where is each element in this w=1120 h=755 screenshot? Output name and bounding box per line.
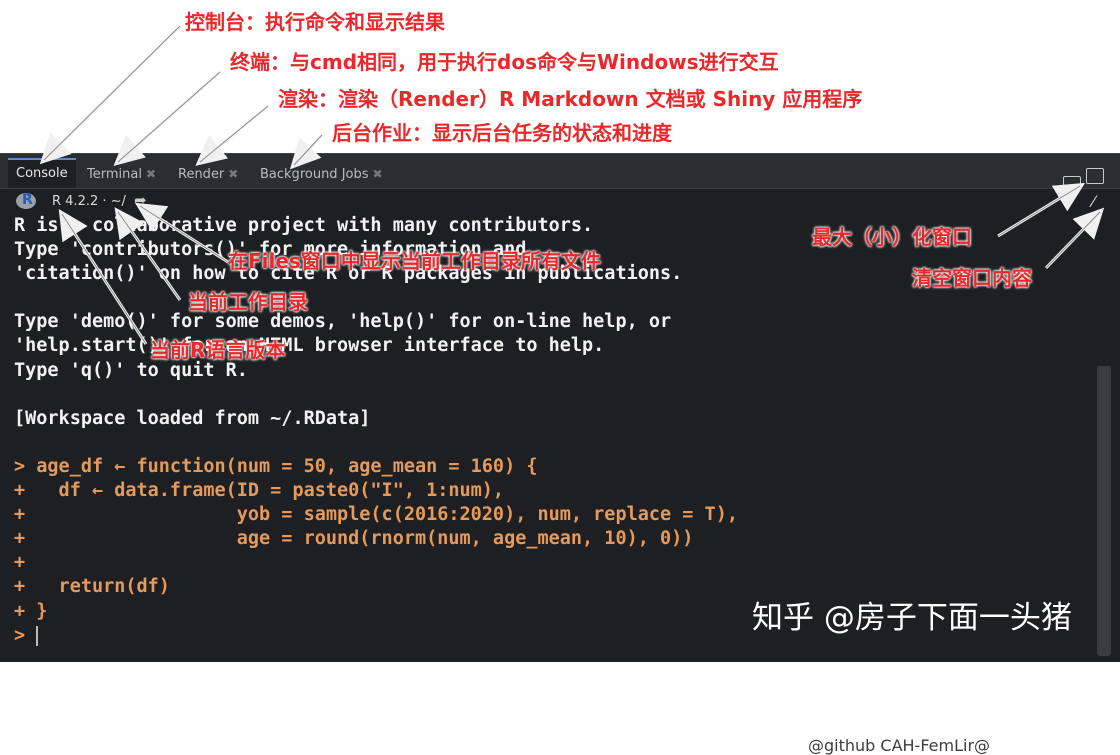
console-toolbar: R R 4.2.2 · ~/ ➦ ⁄ xyxy=(0,190,1120,214)
tab-terminal[interactable]: Terminal ✖ xyxy=(87,160,156,188)
console-input-line: + xyxy=(14,552,26,574)
annotation-maximize: 最大（小）化窗口 xyxy=(812,225,972,249)
arrow-console xyxy=(39,24,182,165)
annotation-background-jobs: 后台作业：显示后台任务的状态和进度 xyxy=(332,121,672,145)
annotation-working-dir: 当前工作目录 xyxy=(188,290,308,314)
watermark-faint: @github CAH-FemLir@ xyxy=(808,736,991,755)
tab-render[interactable]: Render ✖ xyxy=(178,160,238,188)
scrollbar[interactable] xyxy=(1097,366,1111,656)
broom-icon[interactable]: ⁄ xyxy=(1092,192,1095,211)
text-cursor xyxy=(36,625,39,646)
annotation-console: 控制台：执行命令和显示结果 xyxy=(185,10,445,34)
close-icon[interactable]: ✖ xyxy=(146,167,156,181)
annotation-render: 渲染：渲染（Render）R Markdown 文档或 Shiny 应用程序 xyxy=(278,87,863,111)
r-version-path: R 4.2.2 · ~/ xyxy=(52,194,126,209)
maximize-icon[interactable] xyxy=(1086,168,1104,184)
close-icon[interactable]: ✖ xyxy=(373,167,383,181)
annotation-terminal: 终端：与cmd相同，用于执行dos命令与Windows进行交互 xyxy=(230,50,779,74)
console-output-line: Type 'demo()' for some demos, 'help()' f… xyxy=(14,311,672,333)
annotation-clear: 清空窗口内容 xyxy=(912,266,1032,290)
tab-background-jobs-label: Background Jobs xyxy=(260,167,369,182)
console-input-line: + yob = sample(c(2016:2020), num, replac… xyxy=(14,504,738,526)
arrow-forward-icon[interactable]: ➦ xyxy=(134,191,147,209)
annotation-r-version: 当前R语言版本 xyxy=(150,338,286,362)
minimize-icon[interactable] xyxy=(1063,176,1081,186)
console-input-line: + age = round(rnorm(num, age_mean, 10), … xyxy=(14,528,694,550)
annotation-files: 在Files窗口中显示当前工作目录所有文件 xyxy=(228,249,601,273)
tab-background-jobs[interactable]: Background Jobs ✖ xyxy=(260,160,383,188)
tab-render-label: Render xyxy=(178,167,225,182)
console-input-line: + df ← data.frame(ID = paste0("I", 1:num… xyxy=(14,480,505,502)
close-icon[interactable]: ✖ xyxy=(228,167,238,181)
arrow-terminal xyxy=(113,70,221,166)
console-output-line: [Workspace loaded from ~/.RData] xyxy=(14,407,371,429)
tab-bar: Console Terminal ✖ Render ✖ Background Job… xyxy=(0,154,1120,189)
tab-console-label: Console xyxy=(16,166,68,181)
tab-console[interactable]: Console xyxy=(8,158,76,188)
console-input-line: > age_df ← function(num = 50, age_mean =… xyxy=(14,455,538,477)
console-output-line: Type 'q()' to quit R. xyxy=(14,359,248,381)
watermark: 知乎 @房子下面一头猪 xyxy=(752,600,1072,636)
tab-terminal-label: Terminal xyxy=(87,167,142,182)
r-logo-icon: R xyxy=(16,192,36,209)
